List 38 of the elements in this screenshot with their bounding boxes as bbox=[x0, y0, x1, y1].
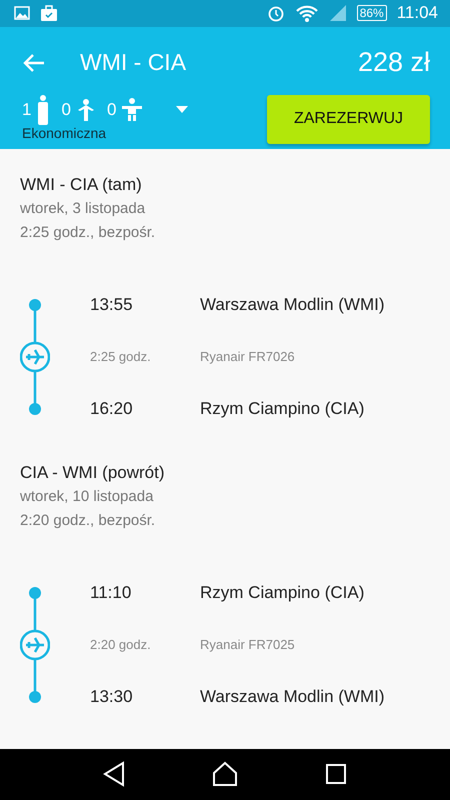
cabin-class: Ekonomiczna bbox=[22, 124, 108, 141]
child-icon bbox=[76, 98, 95, 121]
leg-date: wtorek, 3 listopada bbox=[20, 198, 146, 219]
departure-time: 13:55 bbox=[90, 294, 134, 315]
battery-level: 86% bbox=[356, 5, 387, 22]
briefcase-icon bbox=[40, 5, 58, 22]
passenger-count: 1 bbox=[22, 100, 32, 120]
arrival-time: 13:30 bbox=[90, 686, 134, 707]
book-button[interactable]: ZAREZERWUJ bbox=[267, 94, 430, 144]
infant-icon bbox=[122, 98, 142, 122]
clock: 11:04 bbox=[396, 3, 438, 24]
departure-airport: Warszawa Modlin (WMI) bbox=[200, 294, 386, 315]
total-price: 228 zł bbox=[358, 47, 430, 78]
alarm-icon bbox=[266, 4, 285, 22]
wifi-icon bbox=[294, 4, 319, 22]
leg-date: wtorek, 10 listopada bbox=[20, 486, 154, 507]
image-icon bbox=[14, 6, 30, 20]
flight-number: Ryanair FR7026 bbox=[200, 349, 296, 364]
leg-summary: 2:25 godz., bezpośr. bbox=[20, 222, 156, 243]
home-icon[interactable] bbox=[212, 761, 238, 788]
route-title: WMI - CIA bbox=[80, 49, 186, 76]
passenger-count: 0 bbox=[106, 100, 116, 120]
arrival-time: 16:20 bbox=[90, 398, 134, 419]
departure-time: 11:10 bbox=[90, 582, 132, 603]
recents-icon[interactable] bbox=[324, 763, 347, 786]
leg-title: WMI - CIA (tam) bbox=[20, 174, 143, 196]
back-nav-icon[interactable] bbox=[103, 761, 126, 788]
leg-title: CIA - WMI (powrót) bbox=[20, 462, 166, 484]
signal-icon bbox=[328, 4, 347, 22]
flight-duration: 2:25 godz. bbox=[90, 349, 152, 364]
flight-duration: 2:20 godz. bbox=[90, 637, 152, 652]
passenger-count: 0 bbox=[61, 100, 71, 120]
adult-icon bbox=[37, 94, 50, 125]
flight-number: Ryanair FR7025 bbox=[200, 637, 296, 652]
arrival-airport: Warszawa Modlin (WMI) bbox=[200, 686, 386, 707]
leg-summary: 2:20 godz., bezpośr. bbox=[20, 510, 156, 531]
departure-airport: Rzym Ciampino (CIA) bbox=[200, 582, 366, 603]
arrival-airport: Rzym Ciampino (CIA) bbox=[200, 398, 366, 419]
